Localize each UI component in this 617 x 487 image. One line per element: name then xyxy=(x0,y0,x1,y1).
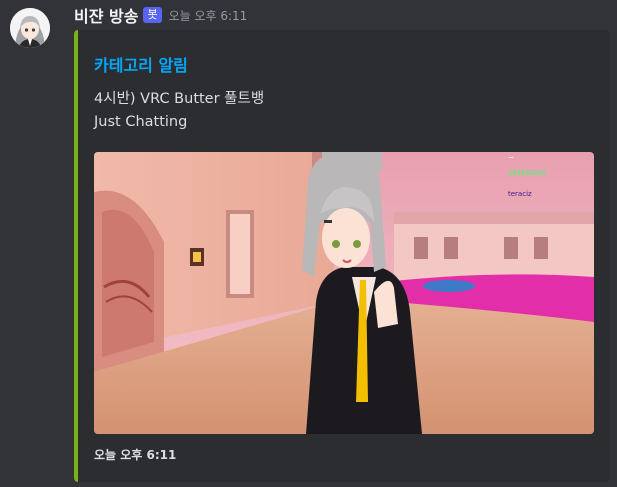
bot-badge: 봇 xyxy=(143,7,162,23)
embed-description-line: Just Chatting xyxy=(94,114,188,130)
embed-description-line: 4시반) VRC Butter 풀트뱅 xyxy=(94,91,265,107)
message-header: 비쟌 방송 봇 오늘 오후 6:11 xyxy=(74,2,247,28)
stream-thumbnail[interactable]: ~ 283830202 teraciz xyxy=(94,152,594,434)
embed-description: 4시반) VRC Butter 풀트뱅 Just Chatting xyxy=(94,88,264,134)
message-timestamp[interactable]: 오늘 오후 6:11 xyxy=(169,7,248,24)
overlay-text: ~ xyxy=(508,154,514,162)
embed-title: 카테고리 알림 xyxy=(94,56,188,75)
overlay-chat-name: teraciz xyxy=(508,190,532,198)
embed-footer-timestamp: 오늘 오후 6:11 xyxy=(94,448,177,462)
embed: 카테고리 알림 4시반) VRC Butter 풀트뱅 Just Chattin… xyxy=(74,30,610,482)
avatar[interactable] xyxy=(10,8,50,48)
overlay-counter: 283830202 xyxy=(508,169,546,177)
embed-accent-bar xyxy=(74,30,78,482)
username[interactable]: 비쟌 방송 xyxy=(74,3,138,27)
